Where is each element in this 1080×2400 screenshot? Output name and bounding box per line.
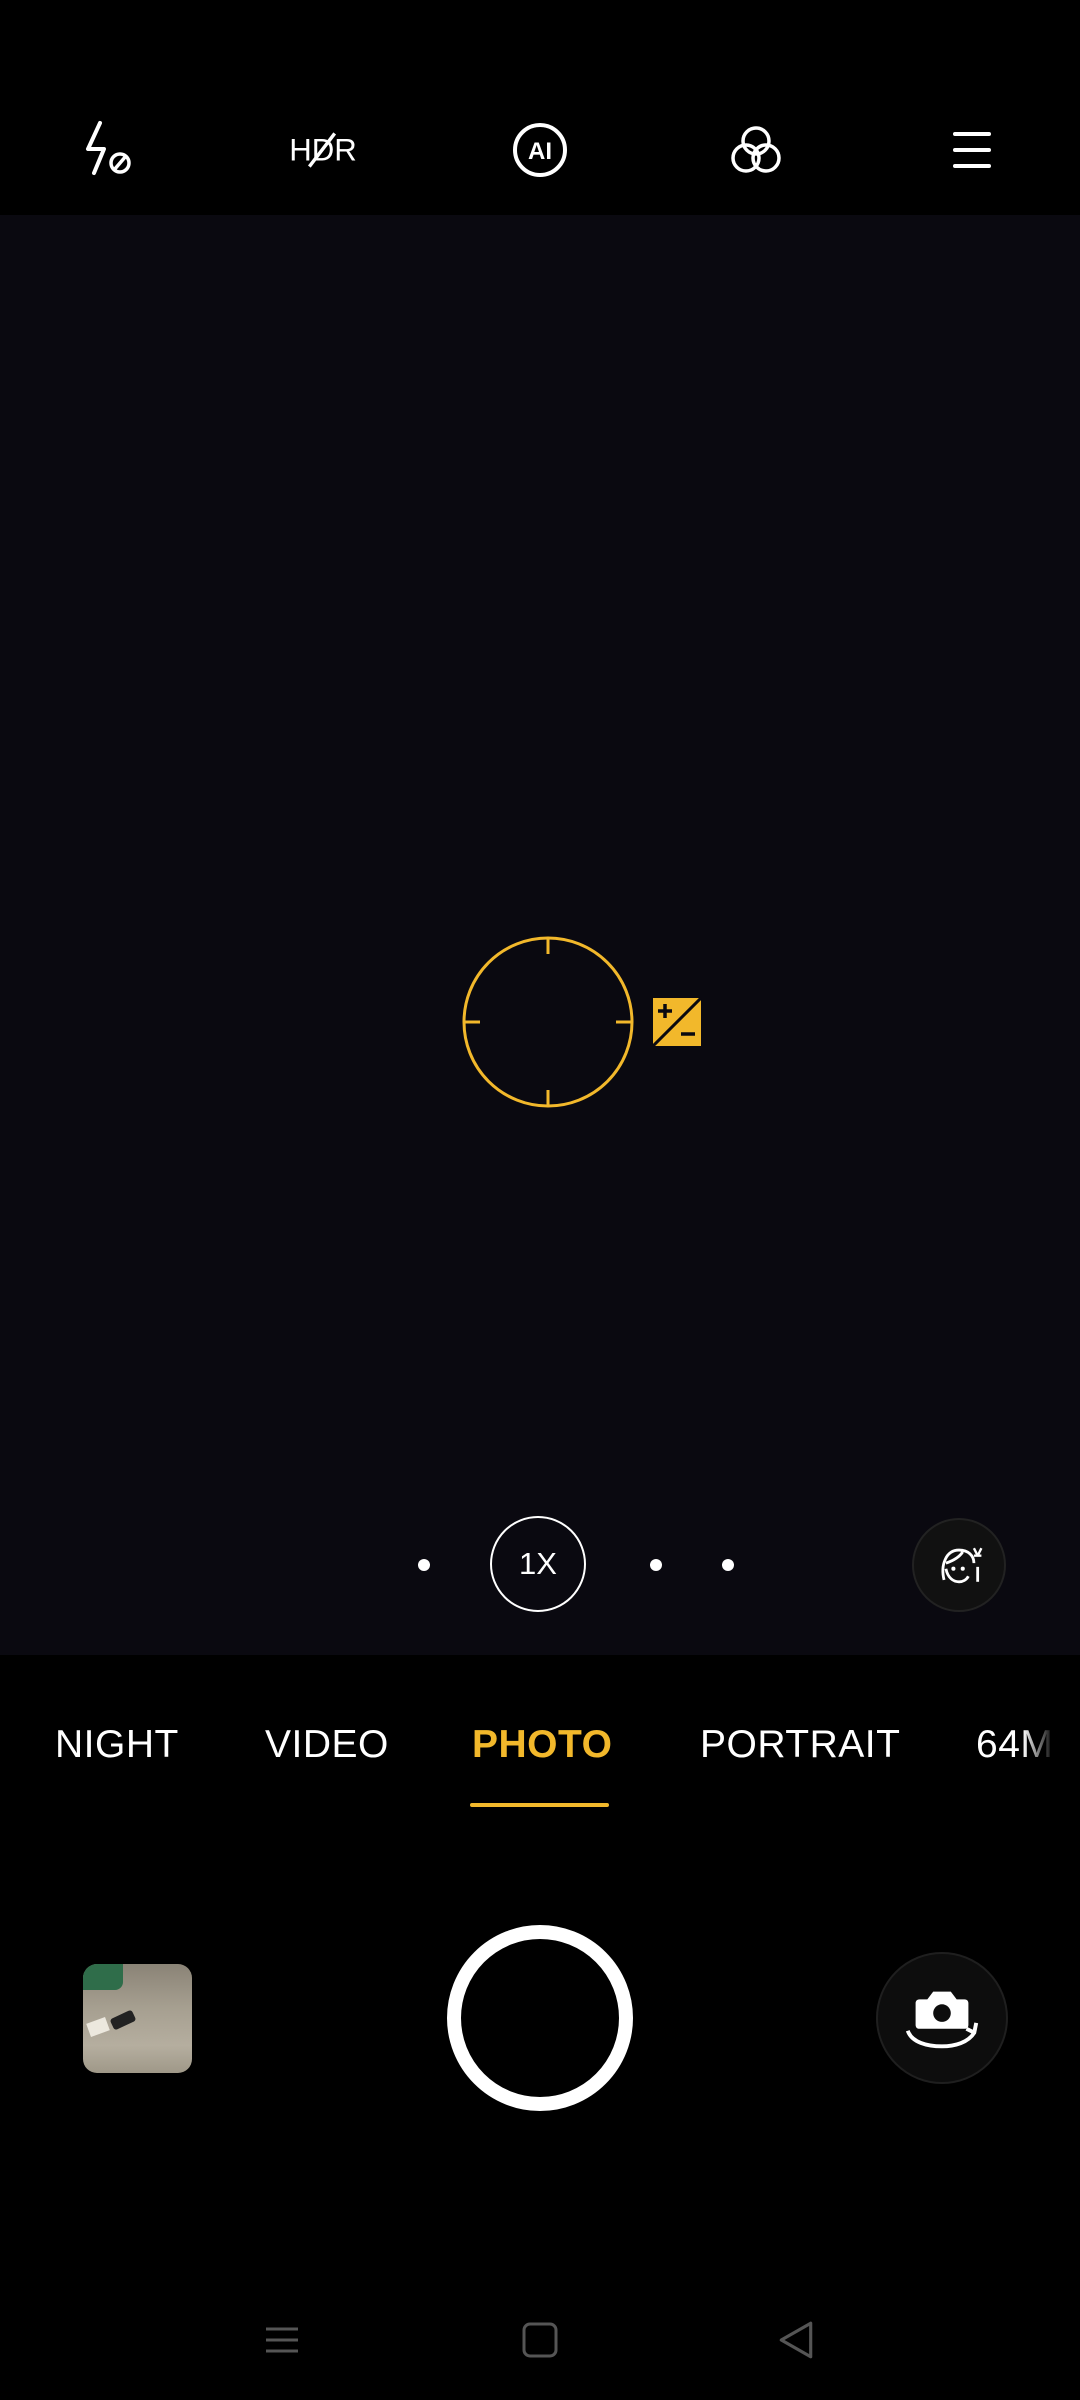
zoom-label: 1X: [519, 1546, 557, 1581]
mode-selector: NIGHT VIDEO PHOTO PORTRAIT 64M: [0, 1655, 1080, 1820]
recents-button[interactable]: [252, 2310, 312, 2370]
top-toolbar: HDR AI: [0, 0, 1080, 215]
focus-ring[interactable]: [460, 934, 636, 1110]
zoom-option-dot[interactable]: [650, 1559, 662, 1571]
gallery-thumbnail[interactable]: [83, 1964, 192, 2073]
home-icon: [522, 2322, 558, 2358]
switch-camera-icon: [905, 1991, 979, 2049]
flash-toggle[interactable]: [67, 110, 147, 190]
camera-screen: HDR AI: [0, 0, 1080, 2400]
recents-icon: [266, 2327, 298, 2353]
beauty-icon: [941, 1547, 983, 1584]
mode-video[interactable]: VIDEO: [265, 1723, 389, 1767]
svg-text:AI: AI: [528, 138, 552, 165]
flash-off-icon: [86, 121, 131, 175]
back-icon: [779, 2321, 813, 2359]
zoom-option-dot[interactable]: [722, 1559, 734, 1571]
menu-button[interactable]: [932, 110, 1012, 190]
active-mode-indicator: [470, 1803, 609, 1807]
ai-scene-icon: AI: [513, 123, 567, 177]
exposure-compensation-icon[interactable]: [652, 997, 702, 1047]
filter-button[interactable]: [716, 110, 796, 190]
mode-64m[interactable]: 64M: [976, 1723, 1054, 1767]
mode-night[interactable]: NIGHT: [55, 1723, 179, 1767]
menu-icon: [953, 132, 991, 168]
hdr-off-icon: HDR: [289, 132, 357, 168]
zoom-button[interactable]: 1X: [490, 1516, 586, 1612]
mode-portrait[interactable]: PORTRAIT: [700, 1723, 900, 1767]
ai-scene-toggle[interactable]: AI: [500, 110, 580, 190]
filter-icon: [731, 126, 781, 173]
hdr-toggle[interactable]: HDR: [283, 110, 363, 190]
zoom-option-dot[interactable]: [418, 1559, 430, 1571]
shutter-button[interactable]: [447, 1925, 633, 2111]
home-button[interactable]: [510, 2310, 570, 2370]
switch-camera-button[interactable]: [876, 1952, 1008, 2084]
system-nav-bar: [0, 2290, 1080, 2400]
mode-photo[interactable]: PHOTO: [472, 1723, 612, 1767]
beauty-button[interactable]: [912, 1518, 1006, 1612]
back-button[interactable]: [766, 2310, 826, 2370]
